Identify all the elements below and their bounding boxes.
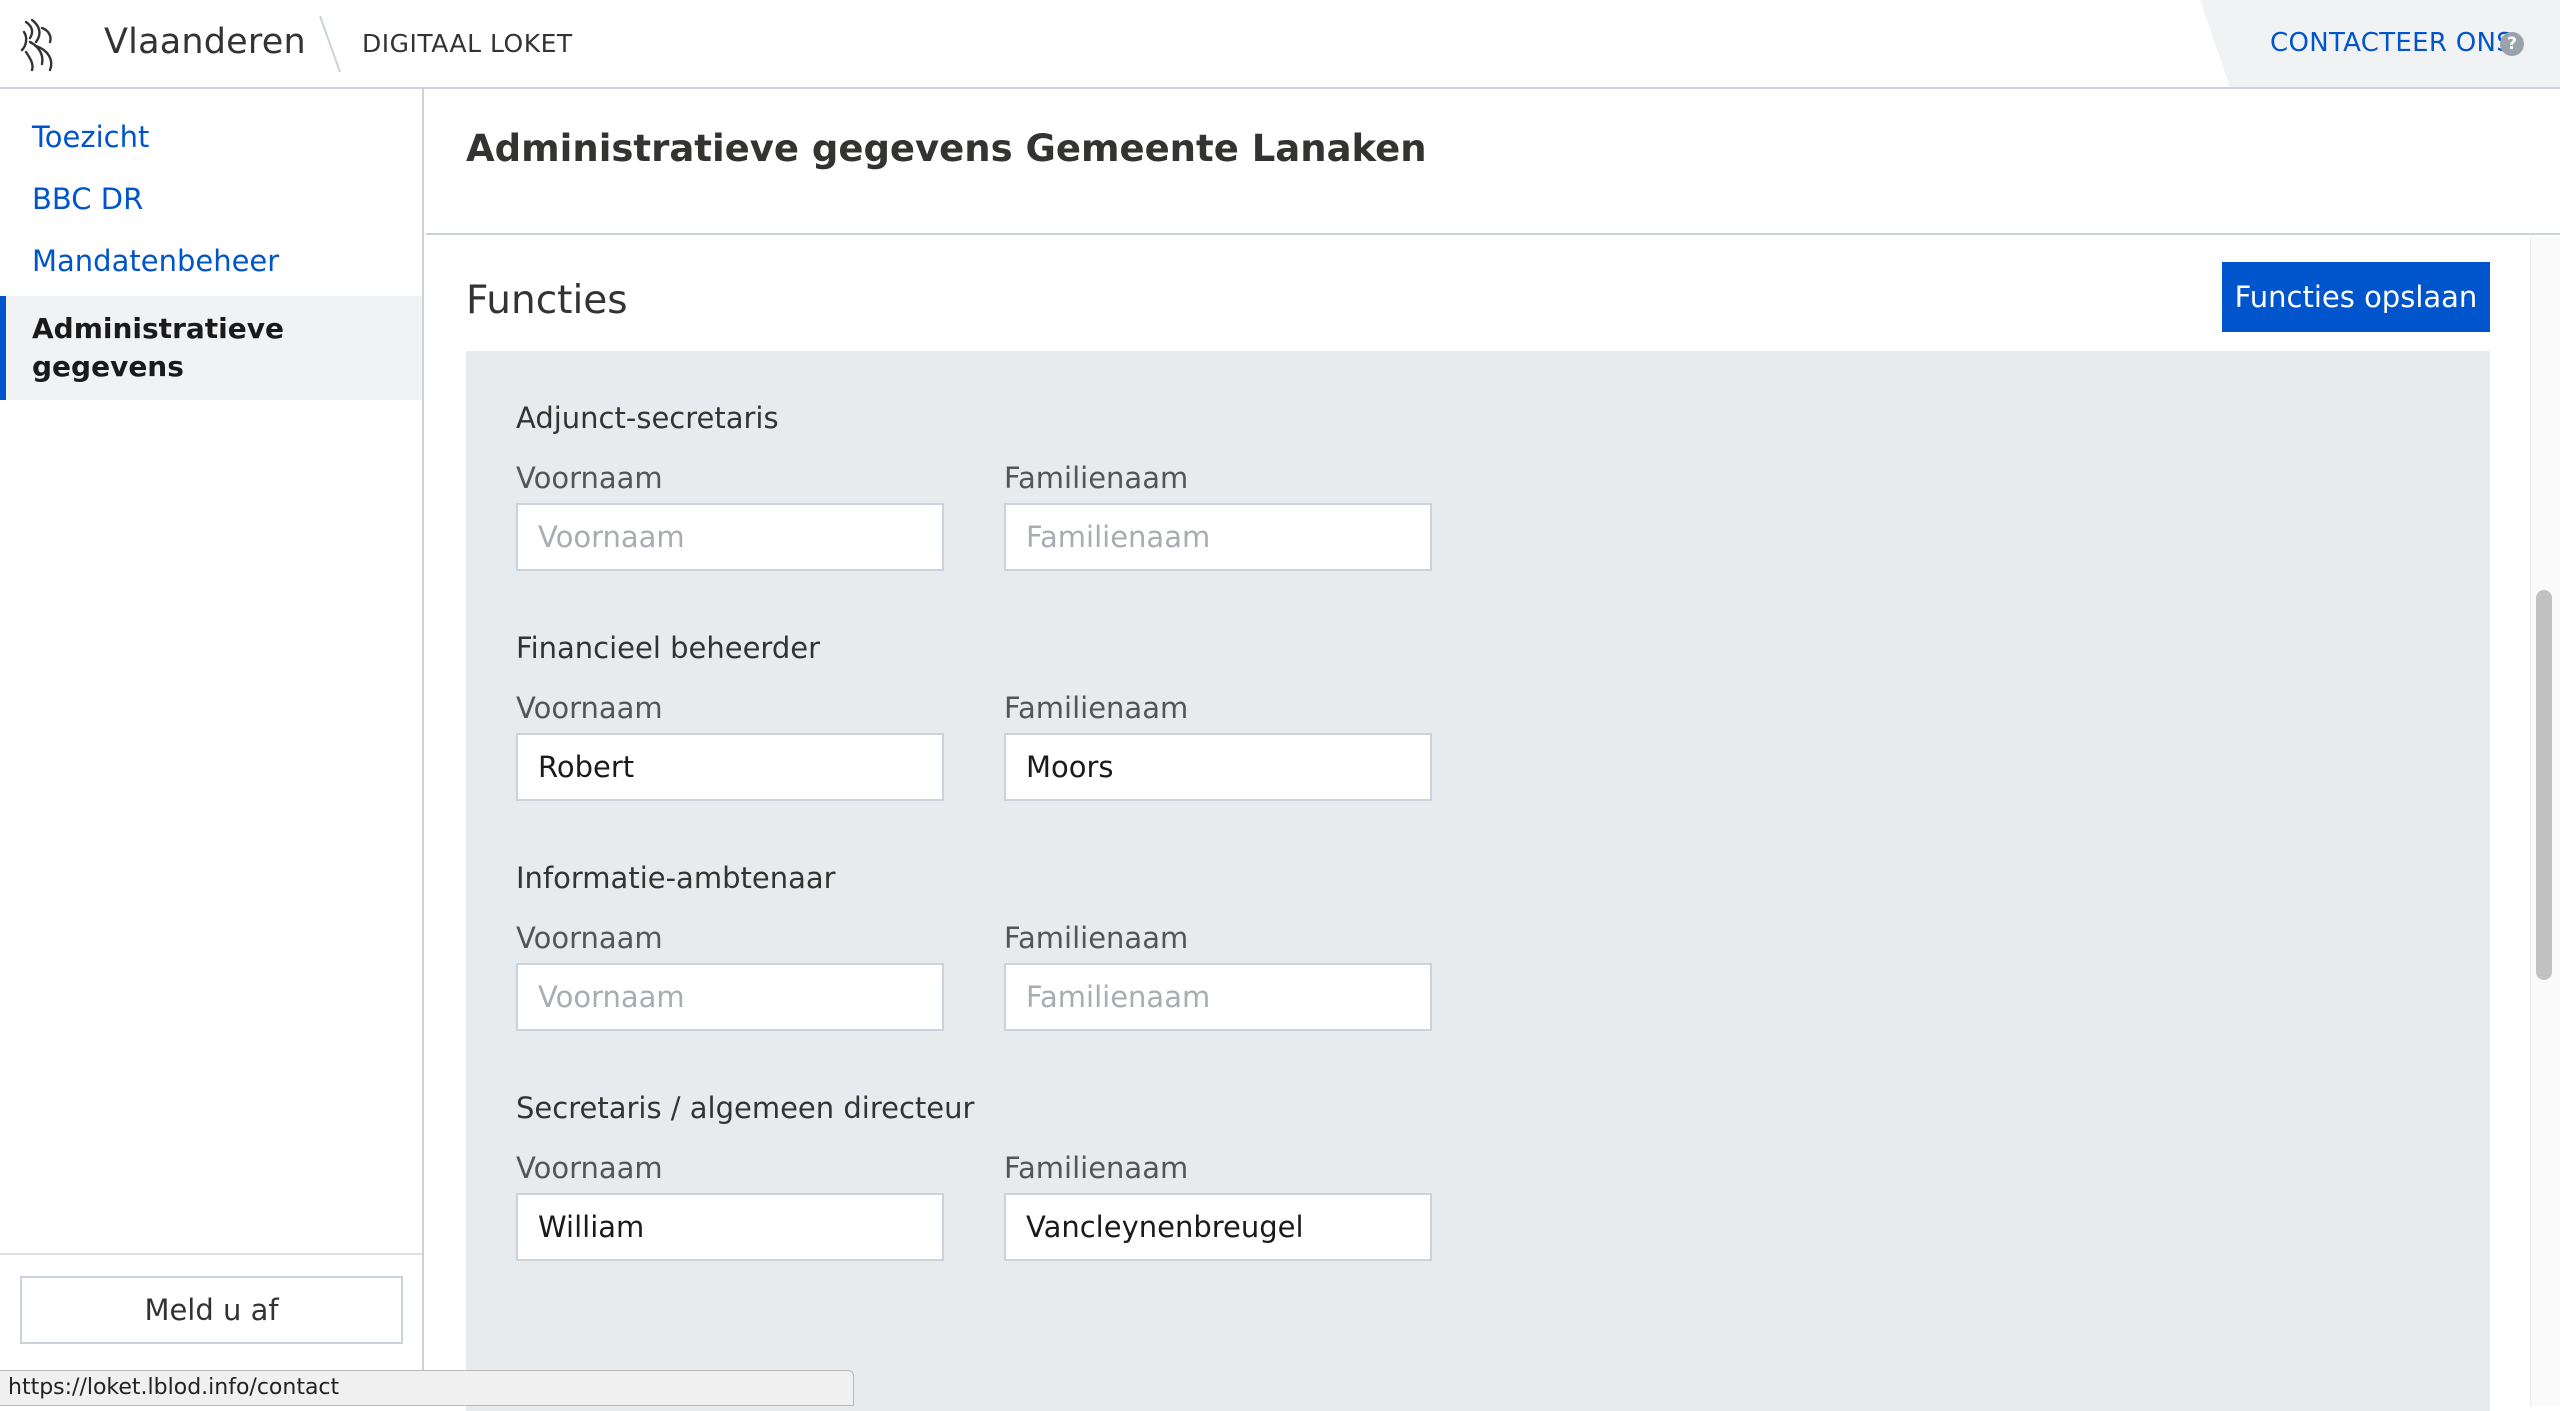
functions-form: Adjunct-secretaris Voornaam Familienaam … bbox=[466, 351, 2490, 1411]
top-header: Vlaanderen DIGITAAL LOKET CONTACTEER ONS… bbox=[0, 0, 2560, 89]
sidebar-item-administratieve-gegevens[interactable]: Administratieve gegevens bbox=[0, 296, 422, 400]
status-bar-url: https://loket.lblod.info/contact bbox=[0, 1370, 854, 1406]
page-title: Administratieve gegevens Gemeente Lanake… bbox=[466, 127, 1427, 170]
scrollbar-thumb[interactable] bbox=[2536, 590, 2552, 980]
function-title: Adjunct-secretaris bbox=[516, 401, 779, 435]
brand-name[interactable]: Vlaanderen bbox=[104, 22, 306, 62]
sidebar-item-toezicht[interactable]: Toezicht bbox=[0, 120, 422, 154]
section-title: Functies bbox=[466, 278, 628, 323]
last-name-input[interactable] bbox=[1004, 733, 1432, 801]
page-title-bar: Administratieve gegevens Gemeente Lanake… bbox=[426, 89, 2560, 235]
first-name-input[interactable] bbox=[516, 733, 944, 801]
last-name-input[interactable] bbox=[1004, 1193, 1432, 1261]
first-name-input[interactable] bbox=[516, 1193, 944, 1261]
last-name-input[interactable] bbox=[1004, 963, 1432, 1031]
help-icon[interactable]: ? bbox=[2500, 32, 2524, 56]
logout-button[interactable]: Meld u af bbox=[20, 1276, 403, 1344]
first-name-input[interactable] bbox=[516, 963, 944, 1031]
function-title: Informatie-ambtenaar bbox=[516, 861, 836, 895]
first-name-label: Voornaam bbox=[516, 1151, 663, 1185]
flemish-lion-icon[interactable] bbox=[18, 16, 60, 74]
last-name-input[interactable] bbox=[1004, 503, 1432, 571]
brand-separator bbox=[319, 16, 341, 72]
sidebar-divider bbox=[0, 1253, 422, 1255]
sidebar-item-mandatenbeheer[interactable]: Mandatenbeheer bbox=[0, 244, 422, 278]
contact-link[interactable]: CONTACTEER ONS bbox=[2270, 28, 2513, 58]
sidebar: Toezicht BBC DR Mandatenbeheer Administr… bbox=[0, 89, 424, 1406]
last-name-label: Familienaam bbox=[1004, 921, 1189, 955]
function-title: Secretaris / algemeen directeur bbox=[516, 1091, 975, 1125]
sidebar-item-bbc-dr[interactable]: BBC DR bbox=[0, 182, 422, 216]
last-name-label: Familienaam bbox=[1004, 1151, 1189, 1185]
first-name-label: Voornaam bbox=[516, 921, 663, 955]
first-name-label: Voornaam bbox=[516, 691, 663, 725]
function-title: Financieel beheerder bbox=[516, 631, 821, 665]
first-name-input[interactable] bbox=[516, 503, 944, 571]
app-name[interactable]: DIGITAAL LOKET bbox=[362, 29, 573, 58]
last-name-label: Familienaam bbox=[1004, 461, 1189, 495]
last-name-label: Familienaam bbox=[1004, 691, 1189, 725]
save-functions-button[interactable]: Functies opslaan bbox=[2222, 262, 2490, 332]
first-name-label: Voornaam bbox=[516, 461, 663, 495]
